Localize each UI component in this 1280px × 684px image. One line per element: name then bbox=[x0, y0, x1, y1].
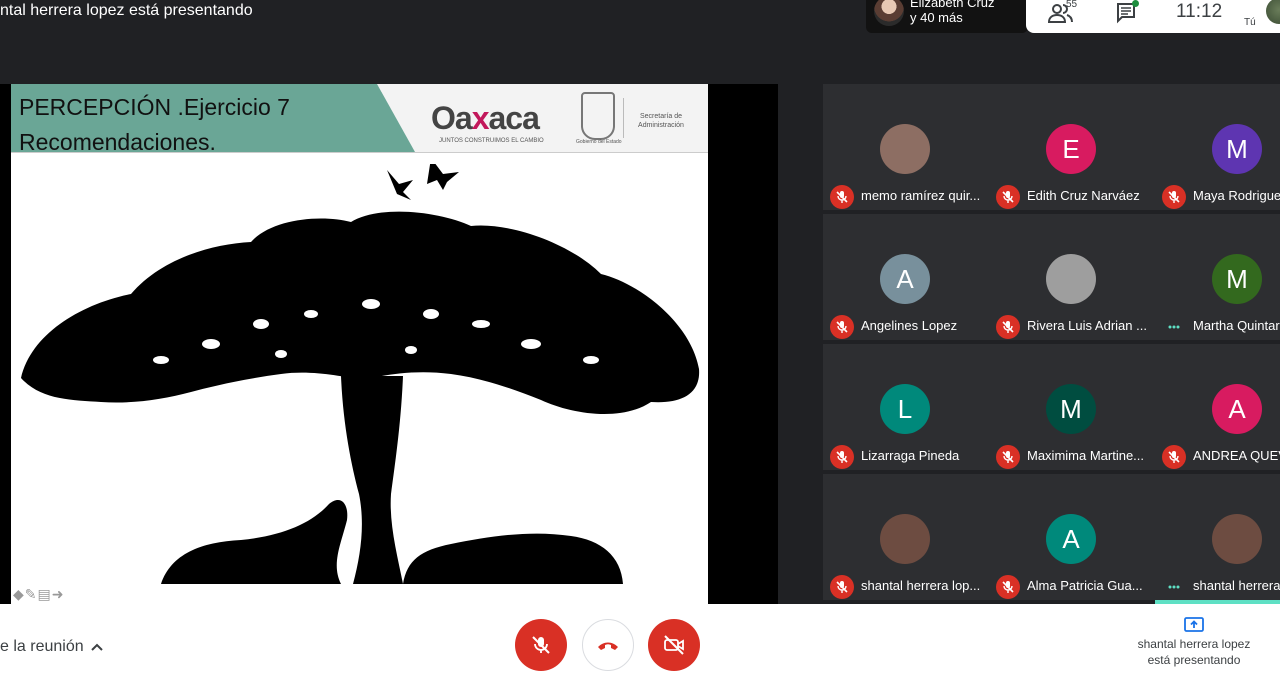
mic-off-icon bbox=[532, 636, 550, 654]
mic-muted-icon bbox=[830, 575, 854, 599]
participant-name: Angelines Lopez bbox=[861, 318, 958, 333]
shield-icon bbox=[581, 92, 615, 140]
meeting-details-button[interactable]: e la reunión bbox=[0, 638, 84, 656]
bottom-bar: e la reunión shantal herrera lopez está … bbox=[0, 604, 1280, 684]
leave-call-button[interactable] bbox=[582, 619, 634, 671]
speaking-indicator-icon bbox=[1162, 315, 1186, 339]
slide-title-line2: Recomendaciones. bbox=[19, 129, 216, 155]
participant-avatar bbox=[880, 124, 930, 174]
participant-tile[interactable]: Rivera Luis Adrian ... bbox=[989, 214, 1159, 340]
slide-rule bbox=[11, 152, 708, 153]
mic-muted-icon bbox=[830, 315, 854, 339]
logo-tagline: JUNTOS CONSTRUIMOS EL CAMBIO bbox=[439, 138, 544, 144]
participant-name: shantal herrera bbox=[1193, 578, 1280, 593]
participant-name: Edith Cruz Narváez bbox=[1027, 188, 1140, 203]
slide-nav-controls[interactable]: ◆✎▤➜ bbox=[13, 586, 64, 603]
participant-name: shantal herrera lop... bbox=[861, 578, 981, 593]
join-notification-text: Elizabeth Cruz y 40 más bbox=[910, 0, 995, 25]
participant-name: ANDREA QUEV bbox=[1193, 448, 1280, 463]
participant-tile[interactable]: A Alma Patricia Gua... bbox=[989, 474, 1159, 600]
presenting-line2: está presentando bbox=[1147, 653, 1241, 667]
notification-line1: Elizabeth Cruz bbox=[910, 0, 995, 10]
participant-avatar bbox=[1046, 254, 1096, 304]
notification-line2: y 40 más bbox=[910, 10, 963, 25]
participant-name: Rivera Luis Adrian ... bbox=[1027, 318, 1147, 333]
mic-muted-icon bbox=[996, 575, 1020, 599]
speaking-indicator-icon bbox=[1162, 575, 1186, 599]
participant-avatar: A bbox=[1212, 384, 1262, 434]
participant-tile[interactable]: memo ramírez quir... bbox=[823, 84, 993, 210]
participant-avatar: E bbox=[1046, 124, 1096, 174]
participant-tile[interactable]: M Maximima Martine... bbox=[989, 344, 1159, 470]
mic-muted-icon bbox=[830, 445, 854, 469]
presentation-slide: PERCEPCIÓN .Ejercicio 7 Recomendaciones.… bbox=[11, 84, 708, 604]
participant-avatar: L bbox=[880, 384, 930, 434]
participant-tile[interactable]: M Martha Quintar bbox=[1155, 214, 1280, 340]
mic-muted-icon bbox=[1162, 445, 1186, 469]
mic-muted-icon bbox=[996, 185, 1020, 209]
slide-header: PERCEPCIÓN .Ejercicio 7 Recomendaciones.… bbox=[11, 84, 708, 155]
participant-name: Maximima Martine... bbox=[1027, 448, 1145, 463]
participant-name: Maya Rodrigue bbox=[1193, 188, 1280, 203]
camera-toggle-button[interactable] bbox=[648, 619, 700, 671]
participant-tile[interactable]: shantal herrera bbox=[1155, 474, 1280, 600]
chat-unread-dot bbox=[1132, 0, 1139, 7]
slide-title-line1: PERCEPCIÓN .Ejercicio 7 bbox=[19, 94, 290, 120]
participant-avatar: M bbox=[1212, 124, 1262, 174]
participant-tile[interactable]: A Angelines Lopez bbox=[823, 214, 993, 340]
self-avatar[interactable] bbox=[1266, 0, 1280, 24]
participant-avatar bbox=[1212, 514, 1262, 564]
shield-caption: Gobierno del Estado bbox=[576, 139, 622, 145]
participant-tile[interactable]: L Lizarraga Pineda bbox=[823, 344, 993, 470]
oaxaca-logo: Oaxaca bbox=[431, 100, 540, 137]
participant-name: memo ramírez quir... bbox=[861, 188, 981, 203]
self-label: Tú bbox=[1244, 17, 1256, 28]
participant-grid: memo ramírez quir... E Edith Cruz Narváez M… bbox=[823, 84, 1280, 604]
mic-toggle-button[interactable] bbox=[515, 619, 567, 671]
chevron-up-icon[interactable] bbox=[90, 640, 104, 654]
participant-avatar: M bbox=[1212, 254, 1262, 304]
logo-text-x: x bbox=[471, 100, 490, 136]
logo-divider bbox=[623, 98, 624, 138]
participant-avatar: A bbox=[880, 254, 930, 304]
presenting-banner: ntal herrera lopez está presentando bbox=[0, 2, 253, 19]
tree-illusion-image bbox=[21, 164, 700, 584]
participant-tile[interactable]: shantal herrera lop... bbox=[823, 474, 993, 600]
participant-name: Martha Quintar bbox=[1193, 318, 1280, 333]
present-screen-icon bbox=[1184, 617, 1204, 632]
presenting-line1: shantal herrera lopez bbox=[1137, 637, 1251, 651]
top-controls: 55 11:12 Tú bbox=[1026, 0, 1280, 33]
logo-text-b: aca bbox=[488, 100, 539, 136]
participant-avatar bbox=[880, 514, 930, 564]
participant-avatar: A bbox=[1046, 514, 1096, 564]
mic-muted-icon bbox=[1162, 185, 1186, 209]
presentation-status[interactable]: shantal herrera lopez está presentando bbox=[1132, 616, 1256, 668]
participant-name: Lizarraga Pineda bbox=[861, 448, 960, 463]
avatar bbox=[874, 0, 904, 26]
mic-muted-icon bbox=[996, 445, 1020, 469]
participant-tile[interactable]: E Edith Cruz Narváez bbox=[989, 84, 1159, 210]
slide-title: PERCEPCIÓN .Ejercicio 7 Recomendaciones. bbox=[19, 90, 290, 160]
participant-tile[interactable]: A ANDREA QUEV bbox=[1155, 344, 1280, 470]
logo-text-a: Oa bbox=[431, 100, 473, 136]
camera-off-icon bbox=[664, 635, 684, 655]
mic-muted-icon bbox=[830, 185, 854, 209]
participant-tile[interactable]: M Maya Rodrigue bbox=[1155, 84, 1280, 210]
clock: 11:12 bbox=[1176, 1, 1223, 22]
participant-name: Alma Patricia Gua... bbox=[1027, 578, 1143, 593]
participant-avatar: M bbox=[1046, 384, 1096, 434]
join-notification[interactable]: Elizabeth Cruz y 40 más bbox=[866, 0, 1028, 33]
mic-muted-icon bbox=[996, 315, 1020, 339]
participants-count: 55 bbox=[1066, 0, 1078, 10]
phone-hangup-icon bbox=[598, 642, 618, 650]
secretaria-label: Secretaría de Administración bbox=[638, 113, 684, 129]
